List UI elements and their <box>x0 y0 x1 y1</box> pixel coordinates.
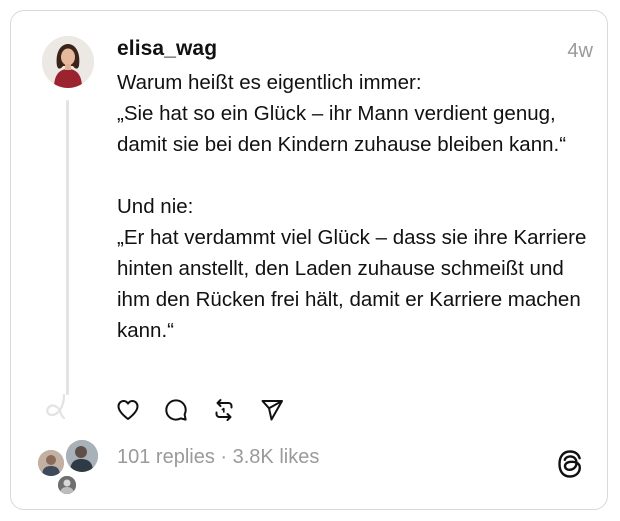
replier-avatar[interactable] <box>58 476 76 494</box>
action-bar <box>116 398 308 426</box>
post-line-4: „Er hat verdammt viel Glück – dass sie i… <box>117 226 587 342</box>
post-line-3: Und nie: <box>117 195 194 218</box>
heart-icon[interactable] <box>116 398 140 422</box>
thread-loop-icon <box>46 393 66 419</box>
username[interactable]: elisa_wag <box>117 37 217 61</box>
post-time: 4w <box>567 40 593 62</box>
author-avatar[interactable] <box>42 36 94 88</box>
post-line-2: „Sie hat so ein Glück – ihr Mann verdien… <box>117 102 567 156</box>
repost-icon[interactable] <box>212 398 236 422</box>
send-icon[interactable] <box>260 398 284 422</box>
post-line-1: Warum heißt es eigentlich immer: <box>117 71 422 94</box>
thread-line <box>66 100 69 395</box>
comment-icon[interactable] <box>164 398 188 422</box>
post-text: Warum heißt es eigentlich immer: „Sie ha… <box>117 67 587 346</box>
replier-avatar[interactable] <box>38 450 64 476</box>
threads-logo-icon[interactable] <box>556 448 584 480</box>
replier-avatar[interactable] <box>66 440 98 472</box>
post-stats[interactable]: 101 replies · 3.8K likes <box>117 446 319 469</box>
